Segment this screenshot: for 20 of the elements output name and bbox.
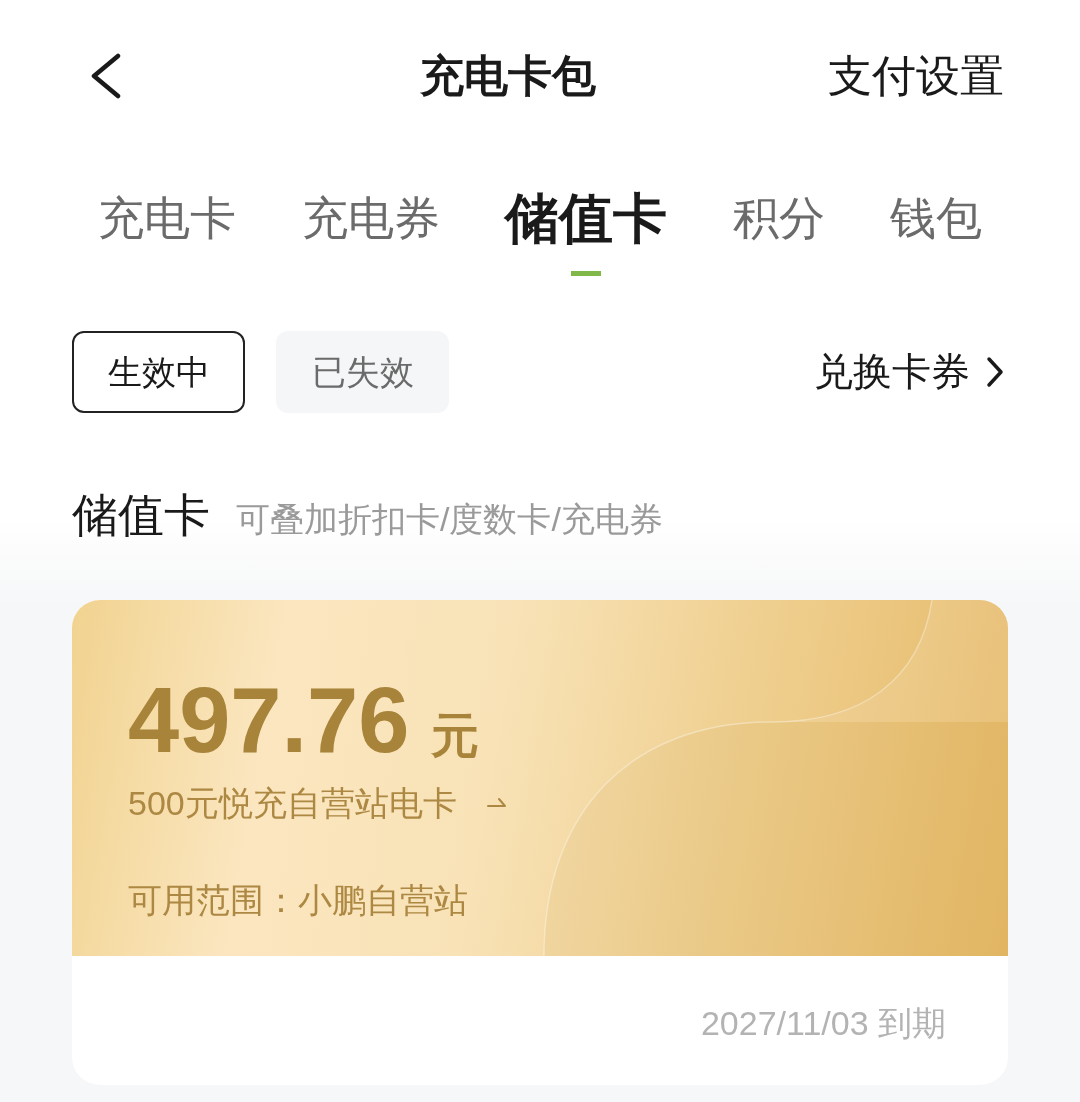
filter-chip[interactable]: 生效中 bbox=[72, 331, 245, 413]
payment-settings-link[interactable]: 支付设置 bbox=[828, 48, 1004, 104]
filter-chip[interactable]: 已失效 bbox=[276, 331, 449, 413]
tab[interactable]: 积分 bbox=[732, 188, 825, 276]
page-title: 充电卡包 bbox=[420, 50, 596, 102]
section-title: 储值卡 bbox=[72, 488, 210, 543]
tab[interactable]: 钱包 bbox=[890, 188, 982, 276]
card-name: 500元悦充自营站电卡 bbox=[128, 783, 457, 823]
chevron-right-icon bbox=[986, 356, 1004, 388]
balance-amount: 497.76 bbox=[128, 674, 410, 766]
stored-value-card[interactable]: 497.76 元 500元悦充自营站电卡 可用范围：小鹏自营站 2027/11/03 到期 bbox=[72, 600, 1008, 1085]
usage-scope: 可用范围：小鹏自营站 bbox=[128, 881, 468, 919]
currency-unit: 元 bbox=[431, 708, 480, 764]
redeem-link[interactable]: 兑换卡券 bbox=[814, 347, 1004, 397]
expiry-date: 2027/11/03 到期 bbox=[700, 1003, 946, 1044]
section-subtitle: 可叠加折扣卡/度数卡/充电券 bbox=[236, 499, 663, 540]
tab[interactable]: 储值卡 bbox=[505, 188, 667, 276]
arrow-right-icon bbox=[486, 797, 507, 809]
tab[interactable]: 充电券 bbox=[301, 188, 440, 276]
tab[interactable]: 充电卡 bbox=[98, 188, 236, 276]
